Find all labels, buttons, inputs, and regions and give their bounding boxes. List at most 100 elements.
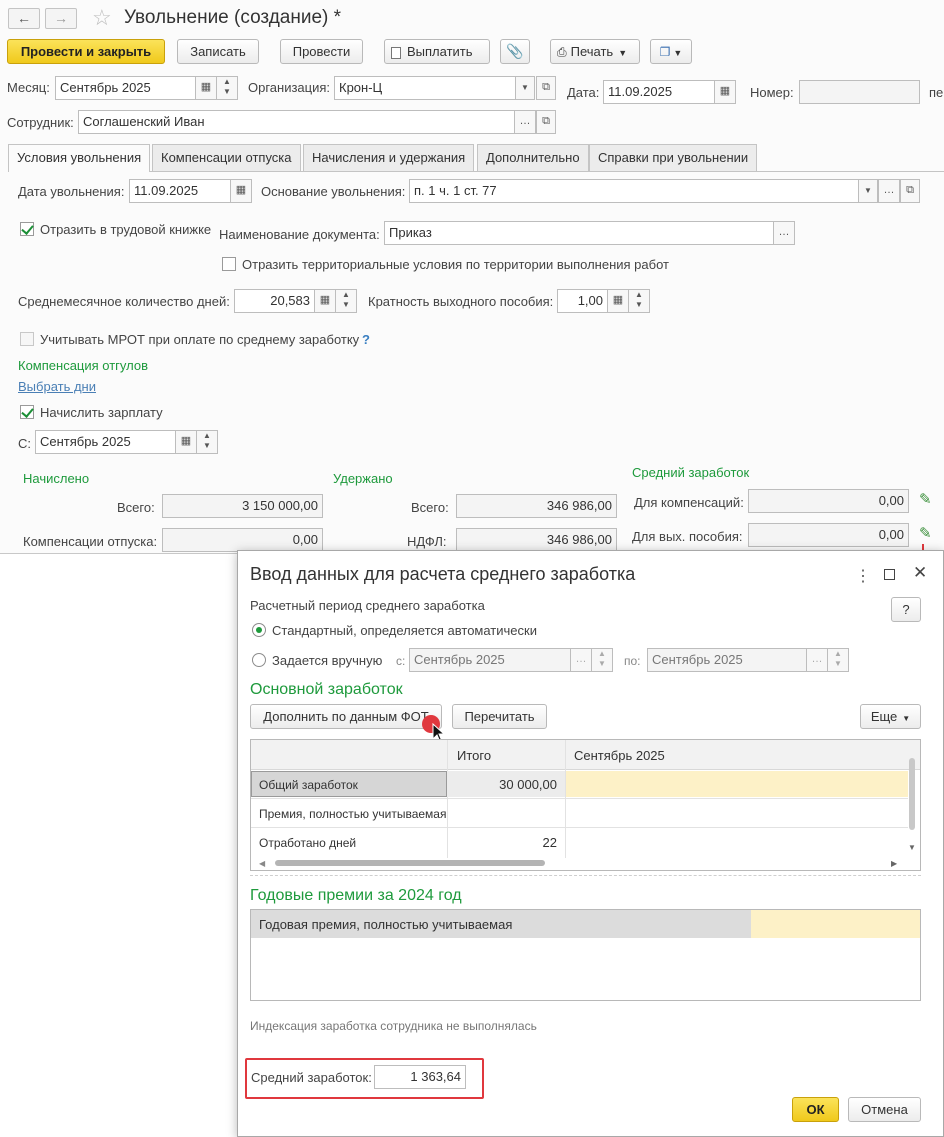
period-from-stepper[interactable]: ▲ ▼: [591, 648, 613, 672]
section-divider: [250, 875, 921, 876]
stepper-up-icon: ▲: [203, 431, 211, 440]
month-stepper[interactable]: ▲ ▼: [216, 76, 238, 100]
avg-days-stepper[interactable]: ▲ ▼: [335, 289, 357, 313]
scroll-right-icon[interactable]: ▶: [891, 859, 897, 868]
basis-open-button[interactable]: ⧉: [900, 179, 920, 203]
number-input[interactable]: [799, 80, 920, 104]
doc-name-select-button[interactable]: …: [773, 221, 795, 245]
organization-input[interactable]: Крон-Ц: [334, 76, 516, 100]
stepper-down-icon: ▼: [223, 87, 231, 96]
severance-calculator-button[interactable]: ▦: [607, 289, 629, 313]
post-and-close-button[interactable]: Провести и закрыть: [7, 39, 165, 64]
manual-period-label: Задается вручную: [272, 653, 383, 668]
accrue-salary-checkbox[interactable]: [20, 405, 34, 419]
choose-days-link[interactable]: Выбрать дни: [18, 379, 96, 394]
from-stepper[interactable]: ▲ ▼: [196, 430, 218, 454]
date-input[interactable]: 11.09.2025: [603, 80, 715, 104]
tab-additional[interactable]: Дополнительно: [477, 144, 589, 171]
date-calendar-button[interactable]: ▦: [714, 80, 736, 104]
vertical-scrollbar[interactable]: [909, 758, 915, 830]
month-cell-highlight[interactable]: [566, 771, 908, 797]
pay-button-label: Выплатить: [407, 44, 473, 59]
avg-days-calculator-button[interactable]: ▦: [314, 289, 336, 313]
main-document-window: ← → ☆ Увольнение (создание) * Провести и…: [0, 0, 944, 554]
from-calendar-button[interactable]: ▦: [175, 430, 197, 454]
period-title: Расчетный период среднего заработка: [250, 598, 485, 613]
tab-dismissal-conditions[interactable]: Условия увольнения: [8, 144, 151, 172]
avg-days-label: Среднемесячное количество дней:: [18, 294, 230, 309]
favorite-star-icon[interactable]: ☆: [92, 5, 112, 31]
standard-period-radio[interactable]: [252, 623, 266, 637]
calculator-icon: ▦: [319, 294, 331, 306]
territorial-checkbox[interactable]: [222, 257, 236, 271]
fill-from-payroll-button[interactable]: Дополнить по данным ФОТ: [250, 704, 442, 729]
printer-icon: ⎙: [557, 45, 567, 59]
cancel-button[interactable]: Отмена: [848, 1097, 921, 1122]
tab-vacation-compensation[interactable]: Компенсации отпуска: [152, 144, 301, 171]
month-input[interactable]: Сентябрь 2025: [55, 76, 196, 100]
employee-select-button[interactable]: …: [514, 110, 536, 134]
organization-dropdown[interactable]: ▼: [515, 76, 535, 100]
period-from-select-button[interactable]: …: [570, 648, 592, 672]
period-to-stepper[interactable]: ▲ ▼: [827, 648, 849, 672]
period-from-input[interactable]: Сентябрь 2025: [409, 648, 571, 672]
organization-open-button[interactable]: ⧉: [536, 76, 556, 100]
doc-name-input[interactable]: Приказ: [384, 221, 774, 245]
post-button[interactable]: Провести: [280, 39, 363, 64]
employee-input[interactable]: Соглашенский Иван: [78, 110, 515, 134]
scroll-down-icon[interactable]: ▼: [908, 843, 916, 852]
severance-stepper[interactable]: ▲ ▼: [628, 289, 650, 313]
period-to-input[interactable]: Сентябрь 2025: [647, 648, 807, 672]
dismissal-date-input[interactable]: 11.09.2025: [129, 179, 231, 203]
edit-comp-pencil-icon[interactable]: ✎: [919, 490, 932, 508]
attach-button[interactable]: 📎: [500, 39, 530, 64]
edit-severance-pencil-icon[interactable]: ✎: [919, 524, 932, 542]
workbook-checkbox[interactable]: [20, 222, 34, 236]
employee-open-button[interactable]: ⧉: [536, 110, 556, 134]
from-month-input[interactable]: Сентябрь 2025: [35, 430, 176, 454]
maximize-icon[interactable]: [884, 569, 895, 580]
help-question-icon[interactable]: ?: [362, 332, 370, 347]
chevron-down-icon: ▼: [902, 714, 911, 723]
pay-button[interactable]: Выплатить: [384, 39, 490, 64]
dismissal-basis-input[interactable]: п. 1 ч. 1 ст. 77: [409, 179, 859, 203]
save-button[interactable]: Записать: [177, 39, 259, 64]
table-row[interactable]: Премия, полностью учитываемая: [259, 807, 446, 821]
close-icon[interactable]: ✕: [913, 563, 927, 583]
organization-label: Организация:: [248, 80, 331, 95]
help-button[interactable]: ?: [891, 597, 921, 622]
stepper-up-icon: ▲: [635, 290, 643, 299]
tab-certificates[interactable]: Справки при увольнении: [589, 144, 758, 171]
stepper-down-icon: ▼: [342, 300, 350, 309]
create-based-on-button[interactable]: ❐ ▼: [650, 39, 692, 64]
print-button[interactable]: ⎙ Печать ▼: [550, 39, 640, 64]
withheld-title: Удержано: [333, 471, 393, 486]
for-severance-value: 0,00: [748, 523, 909, 547]
dismissal-date-calendar-button[interactable]: ▦: [230, 179, 252, 203]
ok-button[interactable]: ОК: [792, 1097, 839, 1122]
vacation-comp-value: 0,00: [162, 528, 323, 552]
avg-earnings-value[interactable]: 1 363,64: [374, 1065, 466, 1089]
table-row[interactable]: Отработано дней: [259, 836, 356, 850]
horizontal-scrollbar[interactable]: [275, 860, 545, 866]
more-vertical-icon[interactable]: ⋮: [855, 566, 871, 586]
avg-days-input[interactable]: 20,583: [234, 289, 315, 313]
severance-multiplier-input[interactable]: 1,00: [557, 289, 608, 313]
basis-dropdown[interactable]: ▼: [858, 179, 878, 203]
mrot-checkbox[interactable]: [20, 332, 34, 346]
scroll-left-icon[interactable]: ◀: [259, 859, 265, 868]
annual-bonus-table: Годовая премия, полностью учитываемая: [250, 909, 921, 1001]
period-to-select-button[interactable]: …: [806, 648, 828, 672]
more-button[interactable]: Еще ▼: [860, 704, 921, 729]
manual-period-radio[interactable]: [252, 653, 266, 667]
open-link-icon: ⧉: [542, 81, 550, 93]
basis-select-button[interactable]: …: [878, 179, 900, 203]
reread-button[interactable]: Перечитать: [452, 704, 547, 729]
calendar-button[interactable]: ▦: [195, 76, 217, 100]
tab-accruals-deductions[interactable]: Начисления и удержания: [303, 144, 475, 171]
from-label: С:: [18, 436, 31, 451]
back-button[interactable]: ←: [8, 8, 40, 29]
forward-button[interactable]: →: [45, 8, 77, 29]
stepper-down-icon: ▼: [598, 659, 606, 668]
bonus-value-cell[interactable]: [751, 910, 920, 938]
